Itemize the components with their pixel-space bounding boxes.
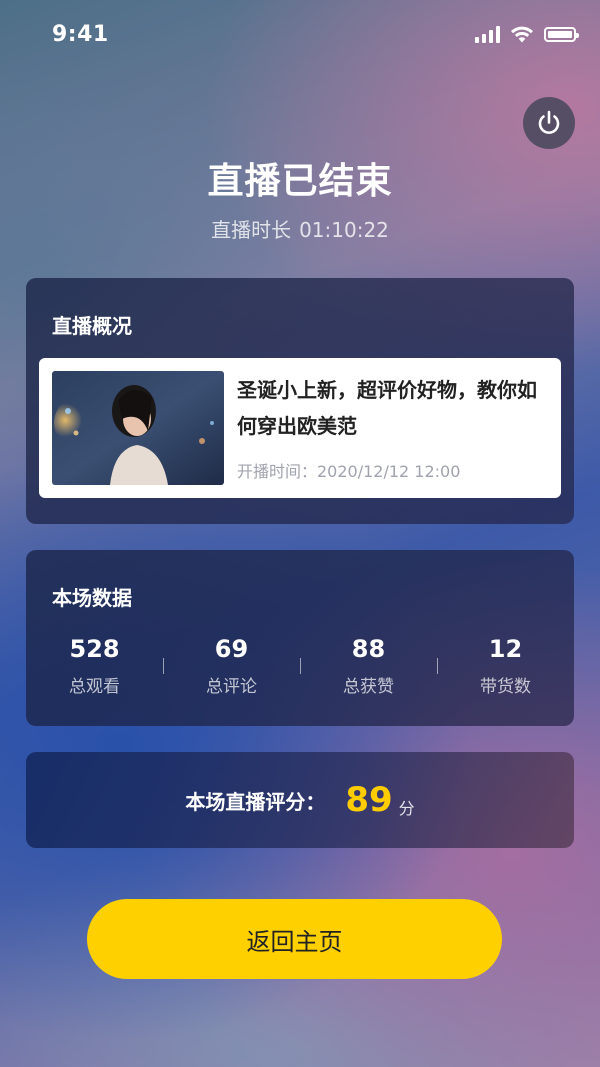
power-icon: [538, 110, 560, 134]
stat-value: 12: [488, 635, 523, 663]
overview-title: 直播概况: [52, 314, 132, 338]
stat-value: 88: [351, 635, 386, 663]
battery-icon: [544, 26, 579, 42]
wifi-icon: [511, 26, 533, 43]
stat-value: 69: [214, 635, 249, 663]
duration-value: 01:10:22: [299, 218, 389, 242]
overview-card: 直播概况 圣诞小上新，超评价好物，教你如何穿出欧美范 开播时间：2020/12/…: [26, 278, 574, 524]
stat-total-comments: 69 总评论: [163, 632, 300, 697]
stat-total-likes: 88 总获赞: [300, 632, 437, 697]
score-card: 本场直播评分： 89 分: [26, 752, 574, 848]
status-time: 9:41: [52, 22, 109, 47]
live-title: 圣诞小上新，超评价好物，教你如何穿出欧美范: [237, 378, 537, 438]
score-unit: 分: [398, 799, 415, 818]
live-thumbnail: [52, 371, 224, 485]
signal-icon: [475, 25, 500, 43]
stats-row: 528 总观看 69 总评论 88 总获赞 12 带货数: [26, 632, 574, 697]
stats-card: 本场数据 528 总观看 69 总评论 88 总获赞 12 带货数: [26, 550, 574, 726]
score-label: 本场直播评分：: [185, 789, 326, 814]
stat-value: 528: [69, 635, 120, 663]
power-button[interactable]: [523, 97, 575, 149]
live-item[interactable]: 圣诞小上新，超评价好物，教你如何穿出欧美范 开播时间：2020/12/12 12…: [39, 358, 561, 498]
stat-label: 总观看: [69, 677, 120, 697]
stat-label: 带货数: [480, 677, 531, 697]
duration-label: 直播时长: [211, 218, 292, 242]
status-icons: [475, 25, 579, 43]
page-title: 直播已结束: [207, 161, 393, 202]
stat-label: 总获赞: [343, 677, 394, 697]
stats-title: 本场数据: [52, 586, 132, 610]
back-home-button[interactable]: 返回主页: [87, 899, 502, 979]
stat-label: 总评论: [206, 677, 257, 697]
status-bar: 9:41: [0, 0, 600, 72]
stat-products-sold: 12 带货数: [437, 632, 574, 697]
live-start-time: 开播时间：2020/12/12 12:00: [237, 462, 461, 481]
score-value: 89: [345, 780, 393, 820]
live-duration: 直播时长 01:10:22: [0, 214, 600, 243]
stat-total-views: 528 总观看: [26, 632, 163, 697]
